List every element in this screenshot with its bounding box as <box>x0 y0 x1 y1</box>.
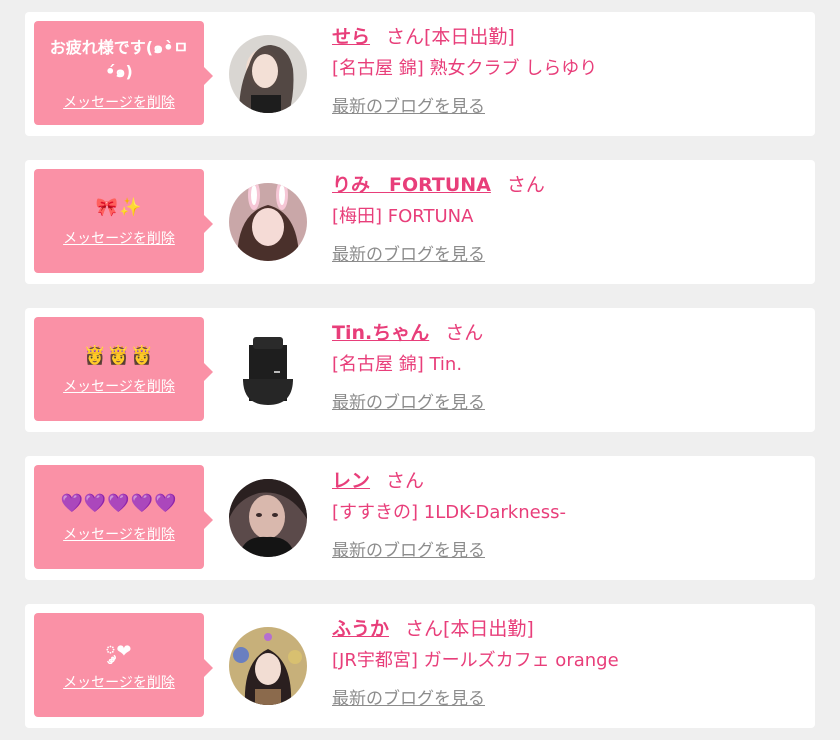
honorific-status: さん <box>506 174 545 196</box>
cast-name-link[interactable]: りみ FORTUNA <box>332 174 491 196</box>
honorific-status: さん[本日出勤] <box>386 26 515 48</box>
message-text: お疲れ様です(๑•̀ㅁ•́๑) <box>49 38 189 81</box>
delete-message-link[interactable]: メッセージを削除 <box>63 672 175 692</box>
latest-blog-link[interactable]: 最新のブログを見る <box>332 240 485 265</box>
delete-message-link[interactable]: メッセージを削除 <box>63 524 175 544</box>
delete-message-link[interactable]: メッセージを削除 <box>63 376 175 396</box>
cast-name-link[interactable]: せら <box>332 26 370 48</box>
message-card: ༘❤︎ メッセージを削除 ふうか さん[本日出勤] [JR宇都宮] ガールズカフェ… <box>25 604 815 728</box>
cast-info: Tin.ちゃん さん [名古屋 錦] Tin. 最新のブログを見る <box>332 320 805 413</box>
message-text: ༘❤︎ <box>105 641 133 662</box>
delete-message-link[interactable]: メッセージを削除 <box>63 92 175 112</box>
shop-name: [JR宇都宮] ガールズカフェ orange <box>332 650 619 671</box>
message-bubble: お疲れ様です(๑•̀ㅁ•́๑) メッセージを削除 <box>34 21 213 125</box>
cast-info: せら さん[本日出勤] [名古屋 錦] 熟女クラブ しらゆり 最新のブログを見る <box>332 24 805 117</box>
message-card: 💜💜💜💜💜 メッセージを削除 レン さん [すすきの] 1LDK-Darkness… <box>25 456 815 580</box>
avatar[interactable] <box>229 331 307 409</box>
shop-name: [名古屋 錦] Tin. <box>332 354 463 375</box>
latest-blog-link[interactable]: 最新のブログを見る <box>332 92 485 117</box>
cast-info: レン さん [すすきの] 1LDK-Darkness- 最新のブログを見る <box>332 468 805 561</box>
shop-name: [すすきの] 1LDK-Darkness- <box>332 502 566 523</box>
latest-blog-link[interactable]: 最新のブログを見る <box>332 388 485 413</box>
avatar[interactable] <box>229 35 307 113</box>
delete-message-link[interactable]: メッセージを削除 <box>63 228 175 248</box>
honorific-status: さん <box>386 470 425 492</box>
message-bubble: 💜💜💜💜💜 メッセージを削除 <box>34 465 213 569</box>
cast-info: ふうか さん[本日出勤] [JR宇都宮] ガールズカフェ orange 最新のブロ… <box>332 616 805 709</box>
message-card: 👸👸👸 メッセージを削除 Tin.ちゃん さん [名古屋 錦] Tin. 最新のブ… <box>25 308 815 432</box>
cast-name-link[interactable]: レン <box>332 470 370 492</box>
honorific-status: さん <box>445 322 484 344</box>
message-text: 👸👸👸 <box>83 345 155 366</box>
avatar[interactable] <box>229 627 307 705</box>
message-bubble: ༘❤︎ メッセージを削除 <box>34 613 213 717</box>
shop-name: [梅田] FORTUNA <box>332 206 474 227</box>
message-text: 💜💜💜💜💜 <box>60 493 178 514</box>
cast-name-link[interactable]: Tin.ちゃん <box>332 322 429 344</box>
latest-blog-link[interactable]: 最新のブログを見る <box>332 536 485 561</box>
latest-blog-link[interactable]: 最新のブログを見る <box>332 684 485 709</box>
message-text: 🎀✨ <box>95 197 143 218</box>
message-list: お疲れ様です(๑•̀ㅁ•́๑) メッセージを削除 せら さん[本日出勤] [名古屋… <box>0 0 840 740</box>
message-card: 🎀✨ メッセージを削除 りみ FORTUNA さん [梅田] FORTUNA 最新… <box>25 160 815 284</box>
avatar[interactable] <box>229 183 307 261</box>
honorific-status: さん[本日出勤] <box>405 618 534 640</box>
message-bubble: 👸👸👸 メッセージを削除 <box>34 317 213 421</box>
avatar[interactable] <box>229 479 307 557</box>
message-bubble: 🎀✨ メッセージを削除 <box>34 169 213 273</box>
cast-info: りみ FORTUNA さん [梅田] FORTUNA 最新のブログを見る <box>332 172 805 265</box>
message-card: お疲れ様です(๑•̀ㅁ•́๑) メッセージを削除 せら さん[本日出勤] [名古屋… <box>25 12 815 136</box>
cast-name-link[interactable]: ふうか <box>332 618 389 640</box>
shop-name: [名古屋 錦] 熟女クラブ しらゆり <box>332 58 598 79</box>
